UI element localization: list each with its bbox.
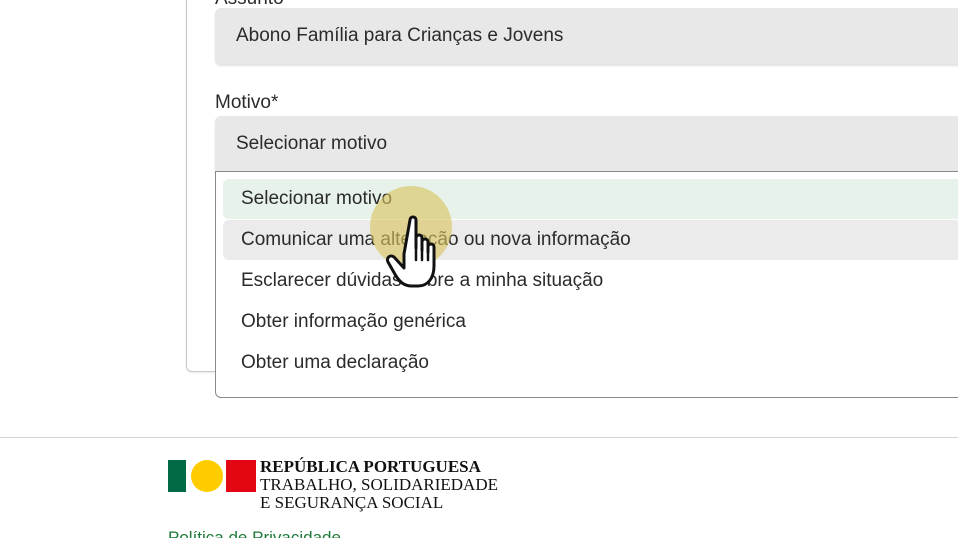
motivo-select[interactable]: Selecionar motivo (215, 116, 958, 172)
hand-pointer-cursor-icon (386, 215, 436, 288)
logo-text-line3: E SEGURANÇA SOCIAL (260, 493, 444, 512)
privacy-policy-link[interactable]: Política de Privacidade (168, 528, 341, 538)
dropdown-option-comunicar-alteracao[interactable]: Comunicar uma alteração ou nova informaç… (223, 220, 958, 260)
dropdown-option-selecionar-motivo[interactable]: Selecionar motivo (223, 179, 958, 219)
motivo-label: Motivo* (215, 92, 279, 113)
footer-divider (0, 437, 958, 438)
assunto-select[interactable]: Abono Família para Crianças e Jovens (215, 8, 958, 64)
republica-portuguesa-logo (168, 460, 256, 492)
dropdown-option-obter-declaracao[interactable]: Obter uma declaração (223, 343, 958, 383)
dropdown-option-informacao-generica[interactable]: Obter informação genérica (223, 302, 958, 342)
logo-text-line1: REPÚBLICA PORTUGUESA (260, 457, 481, 476)
dropdown-option-esclarecer-duvidas[interactable]: Esclarecer dúvidas sobre a minha situaçã… (223, 261, 958, 301)
logo-red-square (226, 460, 256, 492)
logo-text-line2: TRABALHO, SOLIDARIEDADE (260, 475, 498, 494)
logo-text: REPÚBLICA PORTUGUESA TRABALHO, SOLIDARIE… (260, 458, 498, 512)
logo-green-bar (168, 460, 186, 492)
motivo-dropdown-list: Selecionar motivo Comunicar uma alteraçã… (215, 171, 958, 398)
page: Assunto Abono Família para Crianças e Jo… (0, 0, 958, 538)
logo-yellow-circle (191, 460, 223, 492)
